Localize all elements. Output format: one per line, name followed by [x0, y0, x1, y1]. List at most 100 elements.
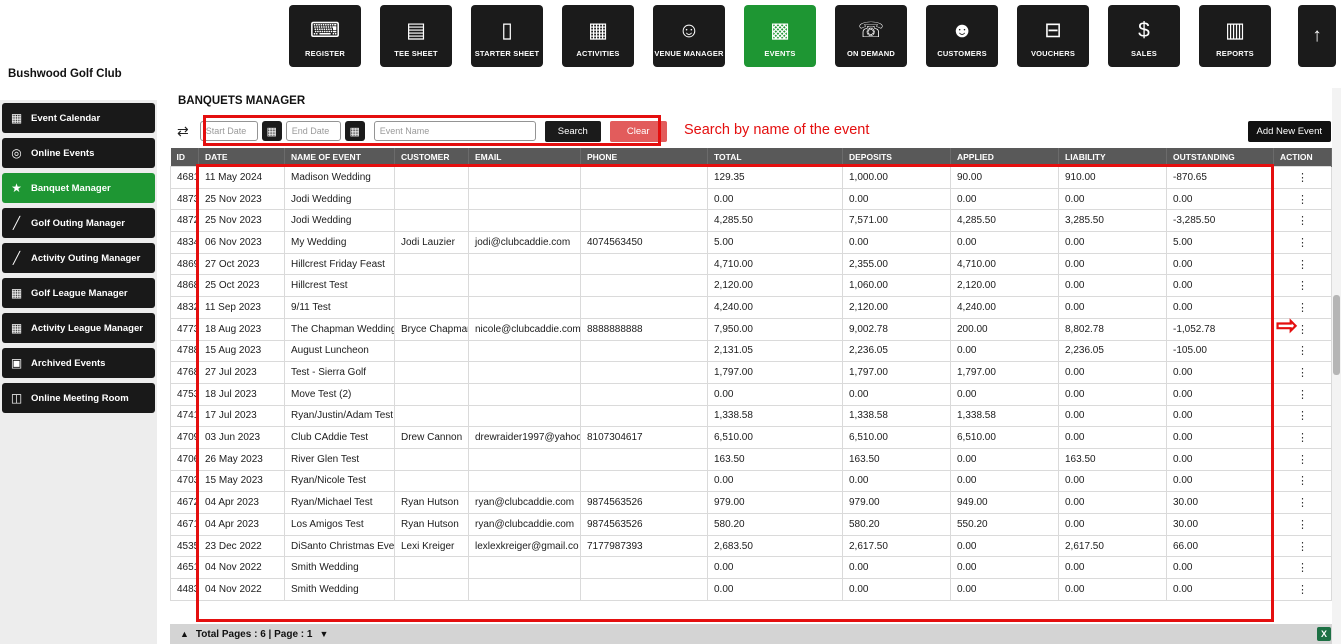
- toolbar-button[interactable]: ⊟ VOUCHERS: [1017, 5, 1089, 67]
- cell-id: 4868: [170, 274, 199, 298]
- cell-applied: 0.00: [950, 556, 1059, 580]
- start-date-calendar-button[interactable]: ▦: [261, 121, 282, 141]
- row-actions-kebab-icon[interactable]: ⋮: [1297, 237, 1308, 249]
- search-button[interactable]: Search: [544, 120, 601, 142]
- page-prev-icon[interactable]: ▲: [180, 629, 189, 639]
- cell-event-name: Ryan/Justin/Adam Test: [284, 404, 395, 428]
- row-actions-kebab-icon[interactable]: ⋮: [1297, 215, 1308, 227]
- cell-liability: 0.00: [1058, 404, 1167, 428]
- collapse-toolbar-button[interactable]: ↑: [1298, 5, 1336, 67]
- sidebar-item[interactable]: ▦ Activity League Manager: [2, 313, 155, 343]
- table-row[interactable]: 4671 04 Apr 2023 Los Amigos Test Ryan Hu…: [170, 513, 1332, 536]
- table-row[interactable]: 4788 15 Aug 2023 August Luncheon 2,131.0…: [170, 339, 1332, 363]
- page-next-icon[interactable]: ▼: [319, 629, 328, 639]
- toolbar-button[interactable]: ▯ STARTER SHEET: [471, 5, 543, 67]
- vertical-scrollbar[interactable]: [1332, 88, 1341, 644]
- refresh-icon[interactable]: ⇄: [177, 123, 189, 140]
- row-actions-kebab-icon[interactable]: ⋮: [1297, 432, 1308, 444]
- clear-button[interactable]: Clear: [609, 120, 667, 142]
- toolbar-button[interactable]: ▩ EVENTS: [744, 5, 816, 67]
- table-row[interactable]: 4709 03 Jun 2023 Club CAddie Test Drew C…: [170, 426, 1332, 449]
- row-actions-kebab-icon[interactable]: ⋮: [1297, 194, 1308, 206]
- archived-events-icon: ▣: [10, 356, 23, 370]
- cell-date: 25 Oct 2023: [198, 274, 285, 298]
- table-row[interactable]: 4651 04 Nov 2022 Smith Wedding 0.00 0.00…: [170, 556, 1332, 580]
- table-row[interactable]: 4869 27 Oct 2023 Hillcrest Friday Feast …: [170, 252, 1332, 276]
- toolbar-button[interactable]: ▦ ACTIVITIES: [562, 5, 634, 67]
- table-row[interactable]: 4741 17 Jul 2023 Ryan/Justin/Adam Test 1…: [170, 404, 1332, 428]
- cell-date: 18 Jul 2023: [198, 382, 285, 406]
- sidebar-item[interactable]: ▣ Archived Events: [2, 348, 155, 378]
- table-row[interactable]: 4834 06 Nov 2023 My Wedding Jodi Lauzier…: [170, 231, 1332, 254]
- row-actions-kebab-icon[interactable]: ⋮: [1297, 410, 1308, 422]
- row-actions-kebab-icon[interactable]: ⋮: [1297, 302, 1308, 314]
- row-actions-kebab-icon[interactable]: ⋮: [1297, 389, 1308, 401]
- table-row[interactable]: 4768 27 Jul 2023 Test - Sierra Golf 1,79…: [170, 361, 1332, 384]
- sidebar-item[interactable]: ▦ Golf League Manager: [2, 278, 155, 308]
- row-actions-kebab-icon[interactable]: ⋮: [1297, 280, 1308, 292]
- row-actions-kebab-icon[interactable]: ⋮: [1297, 367, 1308, 379]
- table-row[interactable]: 4773 18 Aug 2023 The Chapman Wedding Bry…: [170, 317, 1332, 341]
- toolbar-button[interactable]: ☺ VENUE MANAGER: [653, 5, 725, 67]
- toolbar-button[interactable]: ⌨ REGISTER: [289, 5, 361, 67]
- sidebar-item[interactable]: ◫ Online Meeting Room: [2, 383, 155, 413]
- cell-event-name: Ryan/Michael Test: [284, 491, 395, 514]
- sidebar-item[interactable]: ╱ Golf Outing Manager: [2, 208, 155, 238]
- toolbar-button[interactable]: ▤ TEE SHEET: [380, 5, 452, 67]
- cell-date: 11 May 2024: [198, 166, 285, 189]
- start-date-input[interactable]: [199, 121, 258, 141]
- cell-total: 1,338.58: [707, 404, 843, 428]
- cell-customer: [394, 187, 469, 211]
- sidebar-item[interactable]: ╱ Activity Outing Manager: [2, 243, 155, 273]
- end-date-input[interactable]: [285, 121, 341, 141]
- toolbar-button[interactable]: ☏ ON DEMAND: [835, 5, 907, 67]
- end-date-calendar-button[interactable]: ▦: [344, 121, 365, 141]
- cell-id: 4535: [170, 534, 199, 558]
- cell-event-name: Club CAddie Test: [284, 426, 395, 449]
- excel-export-icon[interactable]: X: [1317, 627, 1331, 641]
- toolbar-button[interactable]: $ SALES: [1108, 5, 1180, 67]
- row-actions-kebab-icon[interactable]: ⋮: [1297, 475, 1308, 487]
- add-new-event-button[interactable]: Add New Event: [1247, 121, 1331, 142]
- sidebar-item[interactable]: ▦ Event Calendar: [2, 103, 155, 133]
- event-name-input[interactable]: [373, 121, 536, 141]
- sidebar-item[interactable]: ◎ Online Events: [2, 138, 155, 168]
- toolbar-button-label: TEE SHEET: [394, 49, 438, 58]
- cell-customer: Lexi Kreiger: [394, 534, 469, 558]
- table-row[interactable]: 4672 04 Apr 2023 Ryan/Michael Test Ryan …: [170, 491, 1332, 514]
- row-actions-kebab-icon[interactable]: ⋮: [1297, 345, 1308, 357]
- toolbar-button-label: CUSTOMERS: [937, 49, 987, 58]
- toolbar-button[interactable]: ▥ REPORTS: [1199, 5, 1271, 67]
- cell-customer: [394, 296, 469, 319]
- row-actions-kebab-icon[interactable]: ⋮: [1297, 541, 1308, 553]
- toolbar-button-label: SALES: [1130, 49, 1157, 58]
- row-actions-kebab-icon[interactable]: ⋮: [1297, 172, 1308, 184]
- table-row[interactable]: 4706 26 May 2023 River Glen Test 163.50 …: [170, 447, 1332, 471]
- cell-total: 2,683.50: [707, 534, 843, 558]
- toolbar-button[interactable]: ☻ CUSTOMERS: [926, 5, 998, 67]
- table-row[interactable]: 4873 25 Nov 2023 Jodi Wedding 0.00 0.00 …: [170, 187, 1332, 211]
- table-row[interactable]: 4681 11 May 2024 Madison Wedding 129.35 …: [170, 166, 1332, 189]
- cell-action: ⋮: [1273, 252, 1332, 276]
- table-row[interactable]: 4868 25 Oct 2023 Hillcrest Test 2,120.00…: [170, 274, 1332, 298]
- row-actions-kebab-icon[interactable]: ⋮: [1297, 519, 1308, 531]
- row-actions-kebab-icon[interactable]: ⋮: [1297, 259, 1308, 271]
- cell-liability: 0.00: [1058, 382, 1167, 406]
- scrollbar-thumb[interactable]: [1333, 295, 1340, 375]
- table-row[interactable]: 4832 11 Sep 2023 9/11 Test 4,240.00 2,12…: [170, 296, 1332, 319]
- table-row[interactable]: 4703 15 May 2023 Ryan/Nicole Test 0.00 0…: [170, 469, 1332, 493]
- cell-action: ⋮: [1273, 404, 1332, 428]
- table-row[interactable]: 4753 18 Jul 2023 Move Test (2) 0.00 0.00…: [170, 382, 1332, 406]
- row-actions-kebab-icon[interactable]: ⋮: [1297, 324, 1308, 336]
- row-actions-kebab-icon[interactable]: ⋮: [1297, 584, 1308, 596]
- row-actions-kebab-icon[interactable]: ⋮: [1297, 454, 1308, 466]
- sidebar-item[interactable]: ★ Banquet Manager: [2, 173, 155, 203]
- pagination-label: Total Pages : 6 | Page : 1: [195, 628, 313, 640]
- cell-phone: [580, 339, 708, 363]
- row-actions-kebab-icon[interactable]: ⋮: [1297, 562, 1308, 574]
- table-row[interactable]: 4483 04 Nov 2022 Smith Wedding 0.00 0.00…: [170, 578, 1332, 601]
- table-row[interactable]: 4535 23 Dec 2022 DiSanto Christmas Eve E…: [170, 534, 1332, 558]
- cell-customer: [394, 339, 469, 363]
- table-row[interactable]: 4872 25 Nov 2023 Jodi Wedding 4,285.50 7…: [170, 209, 1332, 233]
- row-actions-kebab-icon[interactable]: ⋮: [1297, 497, 1308, 509]
